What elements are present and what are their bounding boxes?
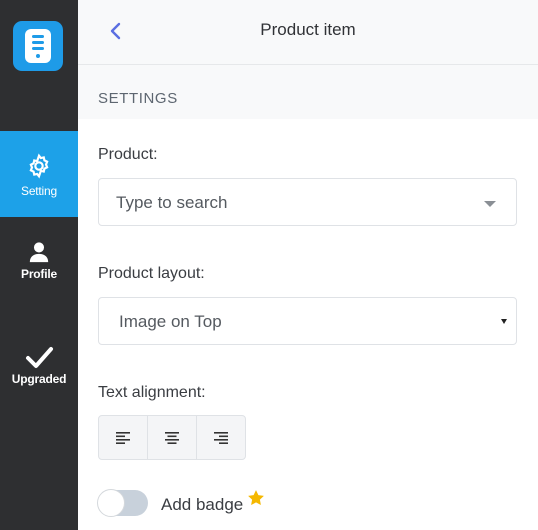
align-left-button[interactable] xyxy=(99,416,148,459)
chevron-down-icon xyxy=(501,319,507,324)
product-search-placeholder: Type to search xyxy=(116,193,228,212)
sidebar-item-upgraded[interactable]: Upgraded xyxy=(0,336,78,402)
toggle-knob xyxy=(97,489,125,517)
sidebar-item-label: Profile xyxy=(21,267,57,281)
document-icon xyxy=(25,29,51,63)
add-badge-label: Add badge xyxy=(161,495,244,514)
sidebar-item-setting[interactable]: Setting xyxy=(0,131,78,217)
chevron-down-icon xyxy=(484,201,496,207)
align-center-icon xyxy=(165,431,179,444)
star-icon xyxy=(248,490,264,506)
product-search-select[interactable]: Type to search xyxy=(98,178,517,226)
sidebar: Setting Profile Upgraded xyxy=(0,0,78,530)
sidebar-item-label: Upgraded xyxy=(11,372,67,386)
user-icon xyxy=(29,242,49,263)
align-left-icon xyxy=(116,431,130,444)
checkmark-icon xyxy=(26,347,53,368)
align-center-button[interactable] xyxy=(148,416,197,459)
gear-icon xyxy=(29,153,49,179)
header: Product item xyxy=(78,0,538,65)
product-layout-label: Product layout: xyxy=(98,265,205,282)
page-title: Product item xyxy=(260,20,356,39)
sidebar-item-profile[interactable]: Profile xyxy=(0,229,78,295)
text-alignment-group xyxy=(98,415,246,460)
add-badge-toggle[interactable] xyxy=(97,489,148,517)
app-logo xyxy=(13,21,63,71)
section-title: SETTINGS xyxy=(98,90,178,107)
product-label: Product: xyxy=(98,146,158,163)
product-layout-select[interactable]: Image on Top xyxy=(98,297,517,345)
text-alignment-label: Text alignment: xyxy=(98,384,206,401)
product-layout-value: Image on Top xyxy=(119,312,222,331)
align-right-icon xyxy=(214,431,228,444)
sidebar-item-label: Setting xyxy=(21,184,57,198)
settings-section-header: SETTINGS xyxy=(78,65,538,119)
align-right-button[interactable] xyxy=(197,416,245,459)
